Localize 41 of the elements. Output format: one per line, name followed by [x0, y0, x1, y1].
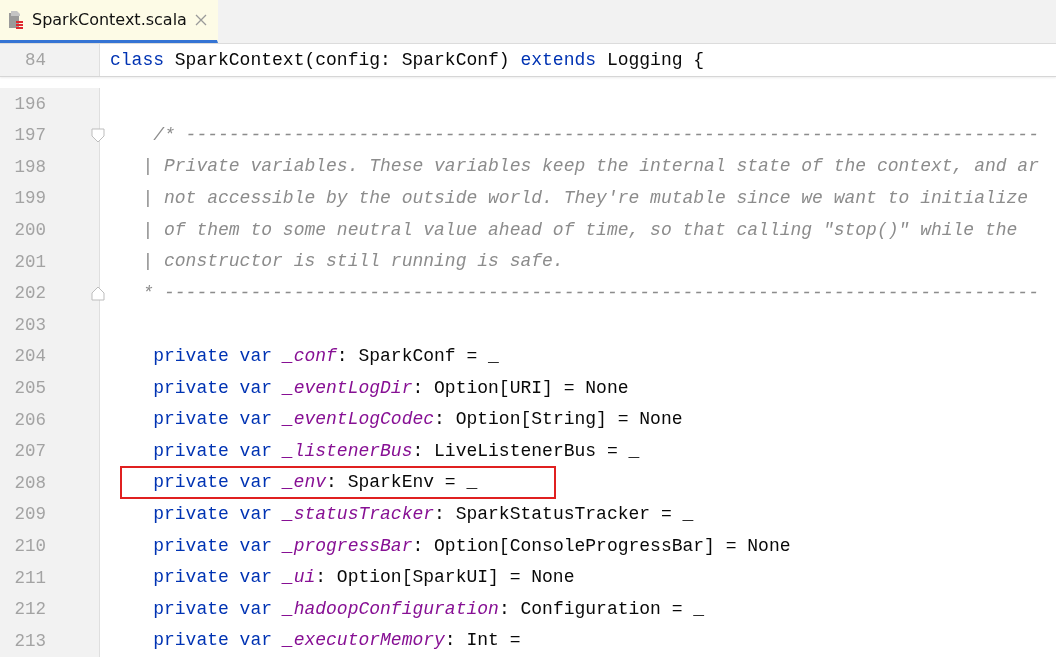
line-number: 213: [13, 629, 46, 653]
code-line: private var _eventLogDir: Option[URI] = None: [152, 376, 629, 400]
code-line: | of them to some neutral value ahead of time, so that calling "stop()" while the: [141, 218, 1018, 242]
code-line: | not accessible by the outside world. They're mutable since we want to initialize: [141, 187, 1029, 211]
line-number: 199: [13, 187, 46, 211]
line-number: 211: [13, 566, 46, 590]
line-number: 204: [13, 345, 46, 369]
line-number: 196: [13, 92, 46, 116]
code-line: * ---------------------------------------------------------------------------------: [141, 281, 1039, 305]
code-line: private var _env: SparkEnv = _: [122, 468, 555, 498]
line-number: 209: [13, 503, 46, 527]
line-number: 200: [13, 219, 46, 243]
scala-file-icon: [8, 10, 24, 30]
line-number: 212: [13, 598, 46, 622]
code-line: private var _ui: Option[SparkUI] = None: [152, 566, 575, 590]
code-line: private var _statusTracker: SparkStatusTracker = _: [152, 503, 694, 526]
line-number: 197: [13, 124, 46, 148]
code-line: private var _conf: SparkConf = _: [152, 345, 499, 369]
code-line: private var _executorMemory: Int =: [152, 629, 521, 653]
code-line: | constructor is still running is safe.: [141, 250, 564, 274]
line-number: 208: [13, 471, 46, 495]
file-tab[interactable]: SparkContext.scala: [0, 0, 218, 43]
line-number: 203: [13, 313, 46, 337]
line-number: 202: [13, 282, 46, 306]
code-line: class SparkContext(config: SparkConf) extends Logging {: [109, 48, 705, 72]
line-number: 210: [13, 535, 46, 558]
line-number: 205: [13, 377, 46, 400]
fold-icon[interactable]: [91, 285, 105, 301]
line-number: 207: [13, 440, 46, 464]
code-line: | Private variables. These variables keep the internal state of the context, and ar: [141, 155, 1039, 179]
code-line: /* -------------------------------------------------------------------------------: [152, 123, 1039, 147]
code-line: private var _progressBar: Option[ConsoleProgressBar] = None: [152, 534, 791, 558]
code-line: private var _eventLogCodec: Option[String] = None: [152, 408, 683, 432]
line-number: 201: [13, 250, 46, 274]
code-line: private var _hadoopConfiguration: Configuration = _: [152, 597, 705, 621]
line-number: 206: [13, 408, 46, 432]
line-number: 84: [24, 48, 46, 72]
line-number: 198: [13, 155, 46, 179]
close-icon[interactable]: [194, 14, 207, 26]
fold-icon[interactable]: [91, 127, 105, 143]
code-line: private var _listenerBus: LiveListenerBus = _: [152, 439, 640, 463]
